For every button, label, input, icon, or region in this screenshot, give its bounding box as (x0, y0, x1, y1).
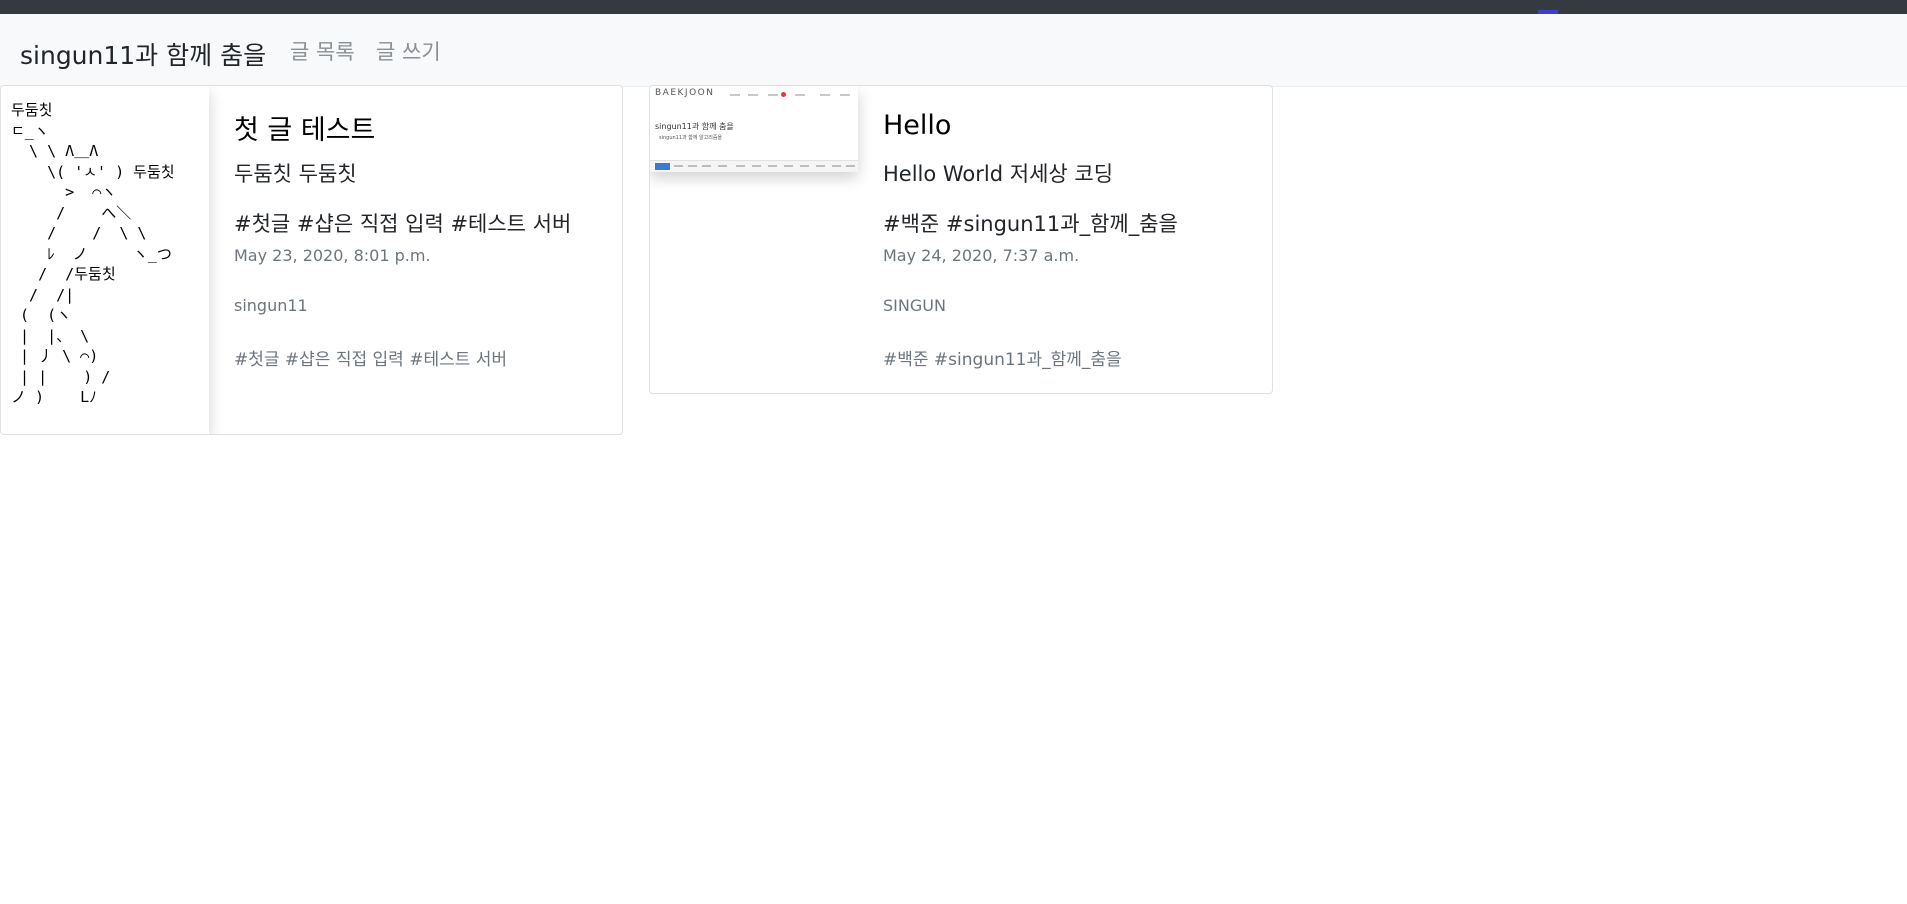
brand-link[interactable]: singun11과 함께 춤을 (20, 36, 266, 72)
thumbnail-menu-item (800, 165, 809, 167)
post-card[interactable]: BAEKJOON singun11과 함께 춤을 singun11과 함께 알고… (649, 85, 1273, 394)
thumbnail-nav-item (768, 94, 778, 96)
thumbnail-menu-item (702, 165, 711, 167)
post-tags: #백준 #singun11과_함께_춤을 (883, 350, 1122, 370)
thumbnail-nav-item (730, 94, 740, 96)
thumbnail-menu-item (768, 165, 777, 167)
thumbnail-nav-item (748, 94, 758, 96)
thumbnail-active-button (655, 163, 670, 170)
thumbnail-subheading: singun11과 함께 알고리즘을 (659, 135, 723, 141)
screenshot-thumbnail-image: BAEKJOON singun11과 함께 춤을 singun11과 함께 알고… (650, 86, 858, 172)
thumbnail-logo: BAEKJOON (655, 88, 715, 98)
post-thumbnail[interactable]: BAEKJOON singun11과 함께 춤을 singun11과 함께 알고… (650, 86, 858, 172)
thumbnail-menu-item (784, 165, 793, 167)
thumbnail-nav-item (795, 94, 805, 96)
post-subtitle: Hello World 저세상 코딩 (883, 162, 1114, 186)
thumbnail-menu-item (846, 165, 855, 167)
post-hashtags: #백준 #singun11과_함께_춤을 (883, 212, 1178, 236)
thumbnail-menu-item (718, 165, 727, 167)
thumbnail-menu-item (816, 165, 825, 167)
nav-link-write-post[interactable]: 글 쓰기 (376, 36, 441, 66)
ascii-art-image: 두둠칫 ㄷ_ヽ \ \ Λ＿Λ \( 'ㅅ' ) 두둠칫 > ⌒ヽ / へ＼ /… (11, 101, 175, 406)
post-author: SINGUN (883, 296, 946, 315)
post-date: May 23, 2020, 8:01 p.m. (234, 246, 431, 265)
post-card[interactable]: 두둠칫 ㄷ_ヽ \ \ Λ＿Λ \( 'ㅅ' ) 두둠칫 > ⌒ヽ / へ＼ /… (0, 85, 623, 435)
browser-top-bar (0, 0, 1907, 14)
post-title[interactable]: 첫 글 테스트 (234, 108, 375, 147)
post-author: singun11 (234, 296, 308, 315)
post-tags: #첫글 #샵은 직접 입력 #테스트 서버 (234, 350, 508, 370)
thumbnail-menu-item (688, 165, 697, 167)
post-title[interactable]: Hello (883, 110, 951, 141)
thumbnail-heading: singun11과 함께 춤을 (655, 122, 734, 131)
thumbnail-red-dot (781, 92, 786, 97)
post-date: May 24, 2020, 7:37 a.m. (883, 246, 1080, 265)
thumbnail-menu-item (752, 165, 761, 167)
post-subtitle: 두둠칫 두둠칫 (234, 162, 357, 186)
thumbnail-menu-item (736, 165, 745, 167)
thumbnail-nav-item (820, 94, 830, 96)
navbar: singun11과 함께 춤을 글 목록 글 쓰기 (0, 14, 1907, 87)
thumbnail-nav-item (840, 94, 850, 96)
post-thumbnail[interactable]: 두둠칫 ㄷ_ヽ \ \ Λ＿Λ \( 'ㅅ' ) 두둠칫 > ⌒ヽ / へ＼ /… (1, 86, 209, 434)
post-hashtags: #첫글 #샵은 직접 입력 #테스트 서버 (234, 212, 572, 236)
thumbnail-menu-item (674, 165, 683, 167)
thumbnail-menu-item (832, 165, 841, 167)
nav-link-post-list[interactable]: 글 목록 (290, 36, 355, 66)
